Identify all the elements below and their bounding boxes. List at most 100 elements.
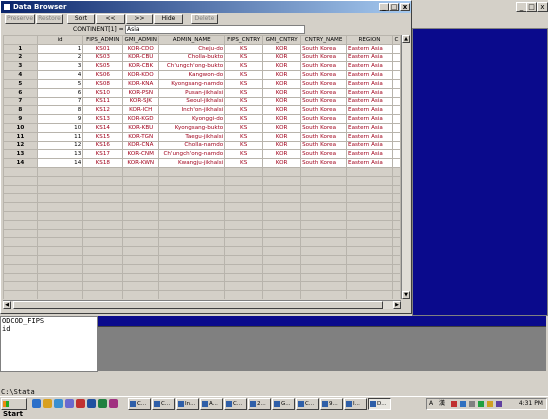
- quicklaunch-folder-icon[interactable]: [43, 399, 52, 408]
- tray-app-icon[interactable]: [451, 401, 457, 407]
- cell-gmi-admin[interactable]: KOR-CNA: [122, 140, 160, 151]
- column-header-region[interactable]: REGION: [346, 35, 393, 45]
- data-grid[interactable]: id FIPS_ADMIN GMI_ADMIN ADMIN_NAME FIPS_…: [3, 35, 401, 299]
- row-number[interactable]: 1: [3, 43, 38, 54]
- cell-id[interactable]: 13: [36, 149, 84, 160]
- column-header-fips-cntry[interactable]: FIPS_CNTRY: [224, 35, 264, 45]
- cell-cntry-name[interactable]: South Korea: [300, 114, 348, 124]
- cell-gmi-admin[interactable]: KOR-CBK: [122, 61, 160, 72]
- tray-misc-icon[interactable]: [496, 401, 502, 407]
- quicklaunch-browser-icon[interactable]: [54, 399, 63, 408]
- ime-indicator[interactable]: 漢: [439, 399, 445, 409]
- quicklaunch-outlook-icon[interactable]: [109, 399, 118, 408]
- table-row[interactable]: 13 13 KS17 KOR-CNM Ch'ungch'ong-namdo KS KOR So…: [3, 149, 401, 160]
- cell-cntry-name[interactable]: South Korea: [300, 122, 348, 133]
- table-row[interactable]: 2 2 KS03 KOR-CBU Cholla-bukto KS KOR South Kore…: [3, 52, 401, 63]
- cell-gmi-cntry[interactable]: KOR: [262, 78, 302, 89]
- cell-fips-cntry[interactable]: KS: [224, 70, 264, 80]
- column-header-gmi-admin[interactable]: GMI_ADMIN: [122, 35, 160, 45]
- language-indicator[interactable]: A: [429, 399, 433, 409]
- variables-panel[interactable]: ODCOD_FIPS id: [0, 316, 98, 372]
- cell-continent[interactable]: [391, 78, 401, 89]
- bg-close-button[interactable]: x: [537, 2, 548, 12]
- delete-button[interactable]: Delete: [191, 14, 218, 24]
- cell-cntry-name[interactable]: South Korea: [300, 96, 348, 107]
- preserve-button[interactable]: Preserve: [5, 14, 35, 24]
- vertical-scrollbar[interactable]: ▲ ▼: [401, 35, 410, 299]
- variable-item[interactable]: id: [1, 325, 97, 333]
- quicklaunch-excel-icon[interactable]: [98, 399, 107, 408]
- cell-region[interactable]: Eastern Asia: [346, 78, 393, 89]
- cell-region[interactable]: Eastern Asia: [346, 43, 393, 54]
- column-header-cntry-name[interactable]: CNTRY_NAME: [300, 35, 348, 45]
- cell-region[interactable]: Eastern Asia: [346, 114, 393, 124]
- cell-continent[interactable]: [391, 61, 401, 72]
- maximize-button[interactable]: □: [389, 3, 399, 11]
- cell-gmi-cntry[interactable]: KOR: [262, 96, 302, 107]
- row-number[interactable]: 14: [3, 158, 38, 168]
- cell-gmi-admin[interactable]: KOR-CDO: [122, 43, 160, 54]
- taskbar-button[interactable]: A...: [200, 398, 223, 410]
- cell-region[interactable]: Eastern Asia: [346, 149, 393, 160]
- cell-gmi-cntry[interactable]: KOR: [262, 131, 302, 142]
- cell-gmi-admin[interactable]: KOR-KBU: [122, 122, 160, 133]
- taskbar-button[interactable]: C...: [224, 398, 247, 410]
- row-number[interactable]: 2: [3, 52, 38, 63]
- row-number[interactable]: 8: [3, 105, 38, 116]
- taskbar-button[interactable]: In...: [176, 398, 199, 410]
- next-button[interactable]: >>: [126, 14, 153, 24]
- cell-id[interactable]: 14: [36, 158, 84, 168]
- cell-fips-cntry[interactable]: KS: [224, 43, 264, 54]
- cell-cntry-name[interactable]: South Korea: [300, 78, 348, 89]
- cell-admin-name[interactable]: Kyonggi-do: [158, 114, 226, 124]
- cell-gmi-admin[interactable]: KOR-ICH: [122, 105, 160, 116]
- row-number[interactable]: 11: [3, 131, 38, 142]
- results-window[interactable]: [412, 28, 548, 316]
- cell-gmi-admin[interactable]: KOR-TGN: [122, 131, 160, 142]
- cell-fips-cntry[interactable]: KS: [224, 122, 264, 133]
- cell-fips-cntry[interactable]: KS: [224, 158, 264, 168]
- row-number[interactable]: 12: [3, 140, 38, 151]
- taskbar-button[interactable]: C...: [296, 398, 319, 410]
- cell-region[interactable]: Eastern Asia: [346, 52, 393, 63]
- cell-fips-cntry[interactable]: KS: [224, 78, 264, 89]
- cell-cntry-name[interactable]: South Korea: [300, 87, 348, 98]
- cell-gmi-cntry[interactable]: KOR: [262, 140, 302, 151]
- cell-gmi-cntry[interactable]: KOR: [262, 114, 302, 124]
- filter-input[interactable]: Asia: [125, 25, 305, 34]
- row-number[interactable]: 9: [3, 114, 38, 124]
- cell-fips-admin[interactable]: KS10: [82, 87, 124, 98]
- cell-fips-admin[interactable]: KS11: [82, 96, 124, 107]
- table-row[interactable]: 14 14 KS18 KOR-KWN Kwangju-jikhalsi KS KOR Sout…: [3, 158, 401, 168]
- scroll-left-arrow[interactable]: ◀: [3, 301, 11, 309]
- cell-gmi-admin[interactable]: KOR-SJK: [122, 96, 160, 107]
- column-header-gmi-cntry[interactable]: GMI_CNTRY: [262, 35, 302, 45]
- tray-update-icon[interactable]: [487, 401, 493, 407]
- tray-network-icon[interactable]: [460, 401, 466, 407]
- cell-fips-admin[interactable]: KS17: [82, 149, 124, 160]
- quicklaunch-media-icon[interactable]: [65, 399, 74, 408]
- taskbar-button[interactable]: 9...: [320, 398, 343, 410]
- cell-id[interactable]: 6: [36, 87, 84, 98]
- scroll-down-arrow[interactable]: ▼: [402, 291, 410, 299]
- cell-admin-name[interactable]: Kyongsang-bukto: [158, 122, 226, 133]
- cell-continent[interactable]: [391, 158, 401, 168]
- cell-admin-name[interactable]: Kwangju-jikhalsi: [158, 158, 226, 168]
- cell-gmi-cntry[interactable]: KOR: [262, 158, 302, 168]
- row-number[interactable]: 6: [3, 87, 38, 98]
- cell-fips-admin[interactable]: KS16: [82, 140, 124, 151]
- cell-id[interactable]: 3: [36, 61, 84, 72]
- cell-continent[interactable]: [391, 149, 401, 160]
- taskbar-button[interactable]: I...: [344, 398, 367, 410]
- cell-gmi-admin[interactable]: KOR-CBU: [122, 52, 160, 63]
- cell-id[interactable]: 10: [36, 122, 84, 133]
- taskbar-button[interactable]: 2...: [248, 398, 271, 410]
- sort-button[interactable]: Sort: [67, 14, 95, 24]
- table-row[interactable]: 10 10 KS14 KOR-KBU Kyongsang-bukto KS KOR South…: [3, 122, 401, 133]
- cell-fips-cntry[interactable]: KS: [224, 149, 264, 160]
- start-button[interactable]: Start: [1, 398, 27, 418]
- cell-gmi-admin[interactable]: KOR-CNM: [122, 149, 160, 160]
- horizontal-scrollbar[interactable]: ◀ ▶: [3, 300, 401, 309]
- cell-gmi-cntry[interactable]: KOR: [262, 149, 302, 160]
- horizontal-scroll-thumb[interactable]: [13, 301, 383, 309]
